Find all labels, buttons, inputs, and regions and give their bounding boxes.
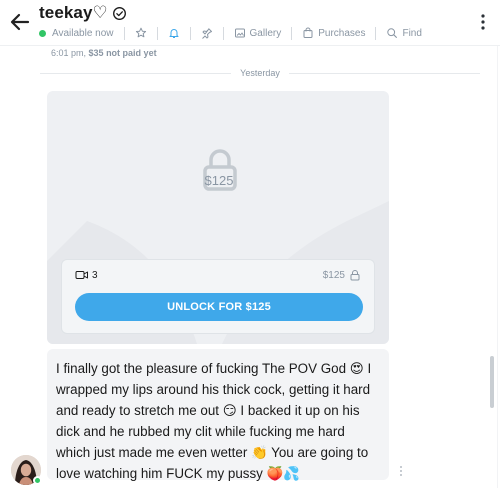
day-divider-label: Yesterday <box>240 68 280 78</box>
unlock-panel: 3 $125 UNLOCK FOR $125 <box>61 259 375 334</box>
availability-status: Available now <box>52 27 114 39</box>
nav-find[interactable]: Find <box>386 27 422 39</box>
payment-status: $35 not paid yet <box>88 48 157 58</box>
bell-icon[interactable] <box>168 27 180 39</box>
locked-price-overlay: $125 <box>204 173 234 188</box>
day-divider: Yesterday <box>40 66 481 80</box>
chat-header: teekay♡ Available now Gallery Purchases … <box>0 0 500 46</box>
star-icon[interactable] <box>135 27 147 39</box>
media-price-value: $125 <box>322 269 345 281</box>
nav-find-label: Find <box>402 27 422 39</box>
back-arrow-icon[interactable] <box>8 10 32 34</box>
unlock-button[interactable]: UNLOCK FOR $125 <box>75 293 363 321</box>
pin-icon[interactable] <box>201 27 213 39</box>
nav-purchases[interactable]: Purchases <box>302 27 365 39</box>
media-count: 3 <box>75 269 98 281</box>
verified-icon <box>112 6 126 20</box>
scroll-track <box>497 46 498 488</box>
locked-media-card[interactable]: $125 3 $125 UNLOCK FOR $125 <box>47 91 389 344</box>
message-text: I finally got the pleasure of fucking Th… <box>56 361 372 481</box>
scrollbar-thumb[interactable] <box>490 356 494 408</box>
title-row: teekay♡ <box>39 3 127 23</box>
username[interactable]: teekay♡ <box>39 3 108 23</box>
image-icon <box>234 28 245 38</box>
message-options-icon[interactable] <box>399 465 403 477</box>
media-count-value: 3 <box>92 269 98 281</box>
lock-small-icon <box>350 270 360 281</box>
message-time: 6:01 pm, <box>51 48 87 58</box>
more-vertical-icon[interactable] <box>480 13 486 31</box>
search-icon <box>387 28 398 38</box>
shopping-bag-icon <box>303 27 313 38</box>
nav-gallery[interactable]: Gallery <box>234 27 282 39</box>
header-subrow: Available now Gallery Purchases Find <box>39 26 422 40</box>
nav-gallery-label: Gallery <box>249 27 282 39</box>
media-price: $125 <box>323 269 361 281</box>
message-bubble: I finally got the pleasure of fucking Th… <box>47 349 389 481</box>
message-meta: 6:01 pm, $35 not paid yet <box>51 48 157 58</box>
online-status-dot <box>39 29 46 37</box>
avatar-online-indicator <box>33 476 42 485</box>
video-icon <box>75 271 88 279</box>
nav-purchases-label: Purchases <box>318 27 366 39</box>
